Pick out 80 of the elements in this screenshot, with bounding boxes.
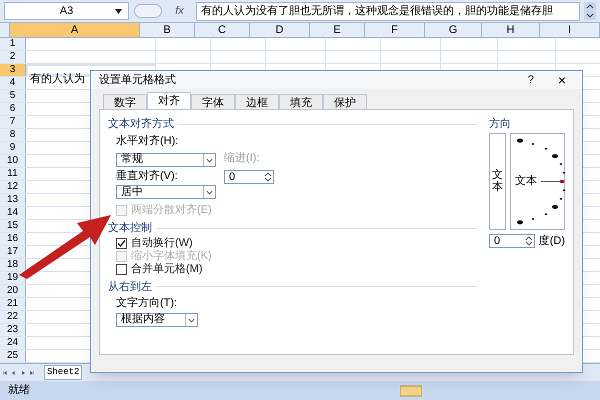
name-box[interactable]: A3 [4,2,129,20]
spinner-icon [524,234,534,247]
checkbox-label: 合并单元格(M) [131,262,202,277]
row-header[interactable]: 18 [0,259,26,271]
row-header[interactable]: 1 [0,38,26,50]
checkbox-label: 缩小字体填充(K) [131,248,212,262]
row-header[interactable]: 5 [0,90,26,102]
column-header[interactable]: E [310,23,365,37]
table-cell-text: 有的人认为 [29,73,85,85]
checkbox[interactable] [116,264,127,274]
tab[interactable]: 保护 [323,94,367,109]
row-header[interactable]: 25 [0,350,26,362]
caret-icon [203,186,215,198]
checkbox-label: 两端分散对齐(E) [131,202,212,218]
row-header[interactable]: 15 [0,220,26,232]
status-text: 就绪 [8,383,30,398]
row-header[interactable]: 20 [0,285,26,297]
caret-icon [185,314,197,326]
row-header[interactable]: 10 [0,155,26,167]
tab[interactable]: 对齐 [147,92,191,109]
row-header[interactable]: 21 [0,298,26,310]
column-header[interactable]: C [195,23,250,37]
row-header[interactable]: 23 [0,324,26,336]
row-header[interactable]: 3 [0,64,26,76]
expand-icon [584,2,596,20]
spin-field[interactable]: 0 [224,170,274,184]
spinner-icon [263,171,273,183]
tab[interactable]: 字体 [191,94,235,109]
caret-icon [203,154,215,166]
view-icon [400,384,422,396]
checkbox-label: 自动换行(W) [131,236,193,249]
row-header[interactable]: 16 [0,233,26,245]
section-title: 从右到左 [108,280,152,294]
dropdown[interactable]: 根据内容 [116,312,198,326]
row-header[interactable]: 19 [0,272,26,284]
column-header[interactable]: B [140,23,195,37]
row-header[interactable]: 11 [0,168,26,180]
window-title: 设置单元格格式 [99,72,176,88]
dropdown[interactable]: 常规 [116,152,216,166]
orientation-dial[interactable]: 文本 [510,132,565,230]
row-header[interactable]: 13 [0,194,26,206]
formula-field[interactable]: 有的人认为没有了胆也无所谓，这种观念是很错误的，胆的功能是储存胆 [196,2,580,20]
row-header[interactable]: 7 [0,116,26,128]
row-header[interactable]: 24 [0,337,26,349]
field-label: 垂直对齐(V): [116,168,179,184]
field-label: 缩进(I): [224,150,260,166]
tab[interactable]: 边框 [235,94,279,109]
tab[interactable]: 数字 [103,94,147,109]
tab[interactable]: 填充 [279,94,323,109]
row-header[interactable]: 14 [0,207,26,219]
row-header[interactable]: 2 [0,51,26,63]
fx-button[interactable]: fx [167,2,192,20]
column-header[interactable]: G [425,23,482,37]
column-header[interactable]: I [540,23,600,37]
row-header[interactable]: 22 [0,311,26,323]
help-button[interactable]: ? [528,72,534,88]
field-label: 度(D) [538,234,565,248]
row-header[interactable]: 9 [0,142,26,154]
row-header[interactable]: 6 [0,103,26,115]
column-header[interactable]: D [250,23,310,37]
section-title: 文本控制 [108,220,152,236]
row-header[interactable]: 17 [0,246,26,258]
row-header[interactable]: 4 [0,77,26,89]
row-header[interactable]: 12 [0,181,26,193]
caret-icon [115,9,122,14]
checkbox[interactable] [116,238,127,248]
section-title: 方向 [489,116,512,132]
sheet-tab[interactable]: Sheet2 [44,364,82,380]
vertical-text-option[interactable]: 文本 [489,132,506,230]
field-label: 水平对齐(H): [116,134,180,148]
section-title: 文本对齐方式 [108,116,174,132]
row-header[interactable]: 8 [0,129,26,141]
column-header[interactable]: H [482,23,540,37]
column-header[interactable]: A [10,23,140,37]
close-button[interactable]: × [558,72,566,88]
field-label: 文字方向(T): [116,296,178,311]
dial-text: 文本 [514,174,537,189]
spin-field[interactable]: 0 [489,234,535,248]
dropdown[interactable]: 居中 [116,185,216,199]
column-header[interactable]: F [365,23,425,37]
